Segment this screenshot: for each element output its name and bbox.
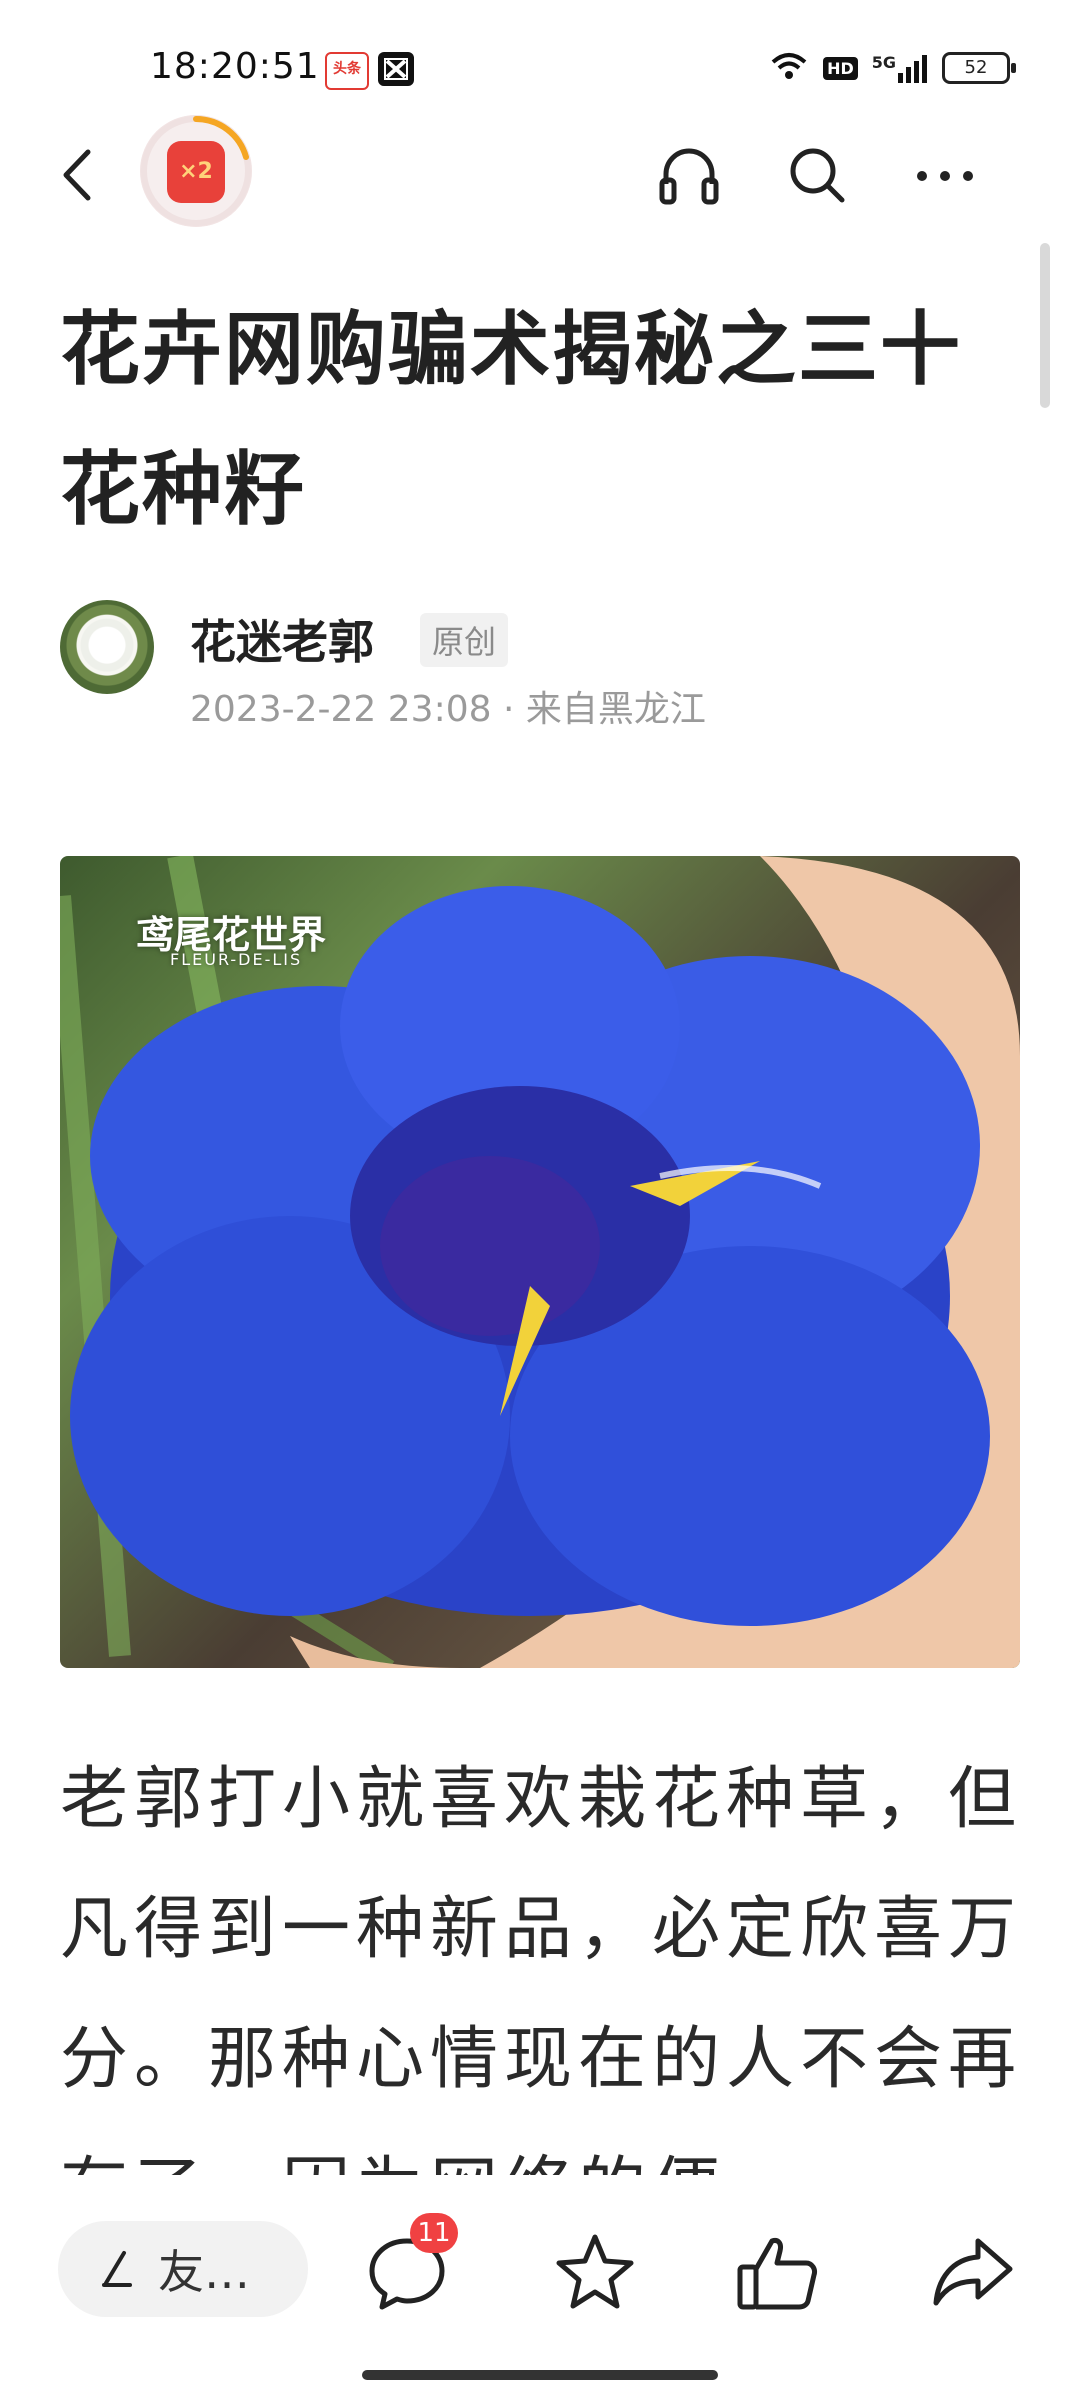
article-image[interactable]: 鸢尾花世界 FLEUR-DE-LIS — [60, 856, 1020, 1668]
more-button[interactable] — [910, 140, 980, 210]
scrollbar[interactable] — [1040, 243, 1050, 408]
capcut-icon — [378, 52, 414, 86]
more-dots-icon — [917, 171, 973, 181]
original-badge: 原创 — [420, 613, 509, 667]
publish-meta: 2023-2-22 23:08 · 来自黑龙江 — [190, 689, 706, 730]
comment-placeholder: 友… — [158, 2245, 250, 2299]
headphones-icon — [659, 148, 719, 205]
search-button[interactable] — [782, 140, 852, 210]
top-nav: ×2 — [0, 110, 1080, 240]
pencil-icon — [102, 2251, 132, 2287]
like-button[interactable] — [732, 2227, 822, 2317]
author-row: 花迷老郭 原创 2023-2-22 23:08 · 来自黑龙江 — [60, 600, 1020, 730]
article-title: 花卉网购骗术揭秘之三十 花种籽 — [60, 303, 962, 536]
search-icon — [790, 148, 845, 203]
chevron-left-icon — [63, 149, 91, 201]
hd-badge: HD — [823, 56, 858, 80]
share-button[interactable] — [928, 2227, 1018, 2317]
battery-indicator: 52 — [942, 52, 1016, 84]
home-indicator[interactable] — [362, 2370, 718, 2380]
favorite-button[interactable] — [550, 2227, 640, 2317]
thumbs-up-icon — [737, 2238, 817, 2310]
red-packet-icon: ×2 — [167, 141, 225, 203]
comment-input[interactable]: 友… — [58, 2221, 308, 2317]
red-packet-reward-button[interactable]: ×2 — [140, 115, 252, 227]
back-button[interactable] — [50, 140, 110, 210]
author-avatar[interactable] — [60, 600, 154, 694]
status-bar: 18:20:51 头条 HD 5G 52 — [0, 0, 1080, 110]
signal-icon: 5G — [872, 53, 928, 83]
article-body: 老郭打小就喜欢栽花种草，但凡得到一种新品，必定欣喜万分。那种心情现在的人不会再有… — [60, 1760, 1023, 2175]
share-arrow-icon — [933, 2238, 1013, 2306]
image-watermark-subtitle: FLEUR-DE-LIS — [170, 950, 303, 969]
wifi-icon — [769, 50, 809, 86]
listen-button[interactable] — [654, 140, 724, 210]
network-type: 5G — [871, 53, 896, 72]
iris-flower-image — [60, 856, 1020, 1668]
comment-count-badge: 11 — [410, 2213, 458, 2253]
author-name[interactable]: 花迷老郭 — [190, 606, 374, 672]
status-icons: HD 5G 52 — [769, 48, 1016, 88]
toutiao-icon: 头条 — [325, 52, 369, 90]
bottom-action-bar: 友… 11 — [0, 2185, 1080, 2400]
star-icon — [556, 2234, 634, 2309]
status-time: 18:20:51 — [150, 46, 320, 87]
